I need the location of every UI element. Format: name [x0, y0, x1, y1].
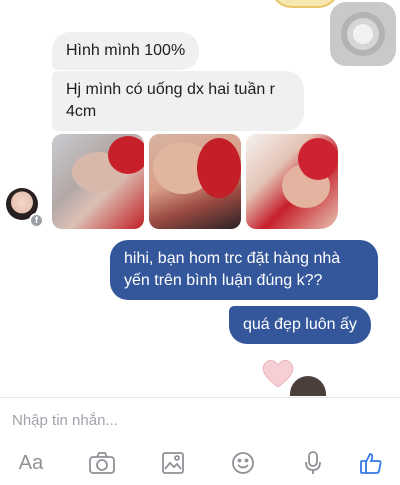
message-composer: Nhập tin nhắn... Aa	[0, 397, 400, 485]
shared-photo-3[interactable]	[246, 134, 338, 229]
assistive-touch-button[interactable]	[330, 2, 396, 66]
shared-photo-2[interactable]	[149, 134, 241, 229]
microphone-icon[interactable]	[303, 448, 323, 478]
heart-sticker-icon	[262, 360, 294, 388]
message-input[interactable]: Nhập tin nhắn...	[12, 412, 118, 429]
photo-gallery-icon[interactable]	[160, 448, 186, 478]
sticker-partial	[270, 0, 340, 8]
like-icon[interactable]	[358, 448, 384, 478]
text-format-icon[interactable]: Aa	[16, 448, 46, 478]
facebook-badge-icon: f	[29, 213, 44, 228]
message-incoming-2[interactable]: Hj mình có uống dx hai tuần r 4cm	[52, 71, 304, 131]
shared-photos	[52, 134, 338, 229]
message-outgoing-1[interactable]: hihi, bạn hom trc đặt hàng nhà yến trên …	[110, 240, 378, 300]
emoji-icon[interactable]	[230, 448, 256, 478]
composer-toolbar: Aa	[0, 448, 400, 480]
message-incoming-1[interactable]: Hình mình 100%	[52, 32, 200, 70]
shared-photo-1[interactable]	[52, 134, 144, 229]
camera-icon[interactable]	[88, 448, 116, 478]
message-outgoing-2[interactable]: quá đẹp luôn ấy	[229, 306, 371, 344]
